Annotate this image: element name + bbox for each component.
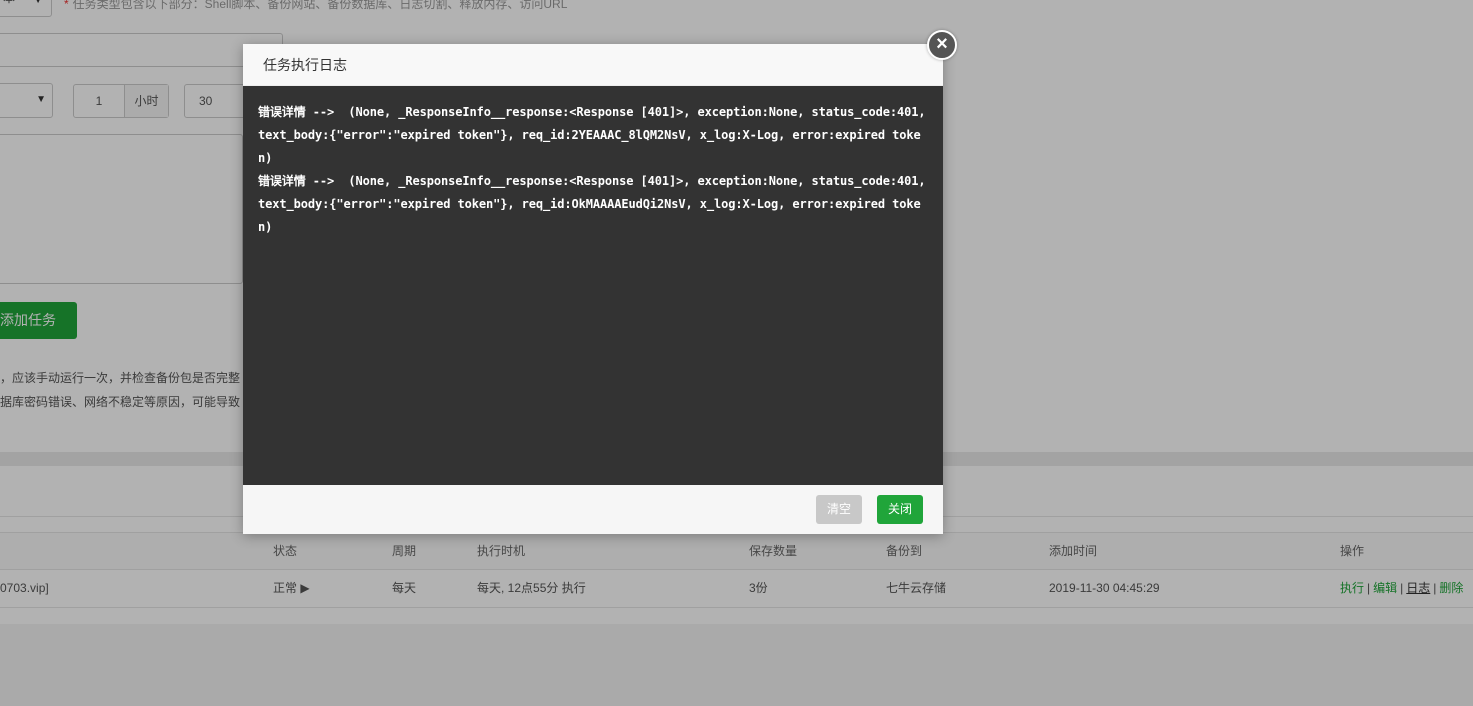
close-button[interactable]: 关闭: [877, 495, 923, 524]
log-line: 错误详情 --> (None, _ResponseInfo__response:…: [258, 105, 933, 165]
log-line: 错误详情 --> (None, _ResponseInfo__response:…: [258, 174, 933, 234]
task-log-modal: 任务执行日志 × 错误详情 --> (None, _ResponseInfo__…: [243, 30, 957, 534]
modal-header: 任务执行日志: [243, 44, 943, 86]
clear-button[interactable]: 清空: [816, 495, 862, 524]
close-icon[interactable]: ×: [927, 30, 957, 60]
modal-footer: 清空 关闭: [243, 485, 943, 534]
log-output[interactable]: 错误详情 --> (None, _ResponseInfo__response:…: [243, 86, 943, 485]
modal-title: 任务执行日志: [263, 57, 347, 73]
